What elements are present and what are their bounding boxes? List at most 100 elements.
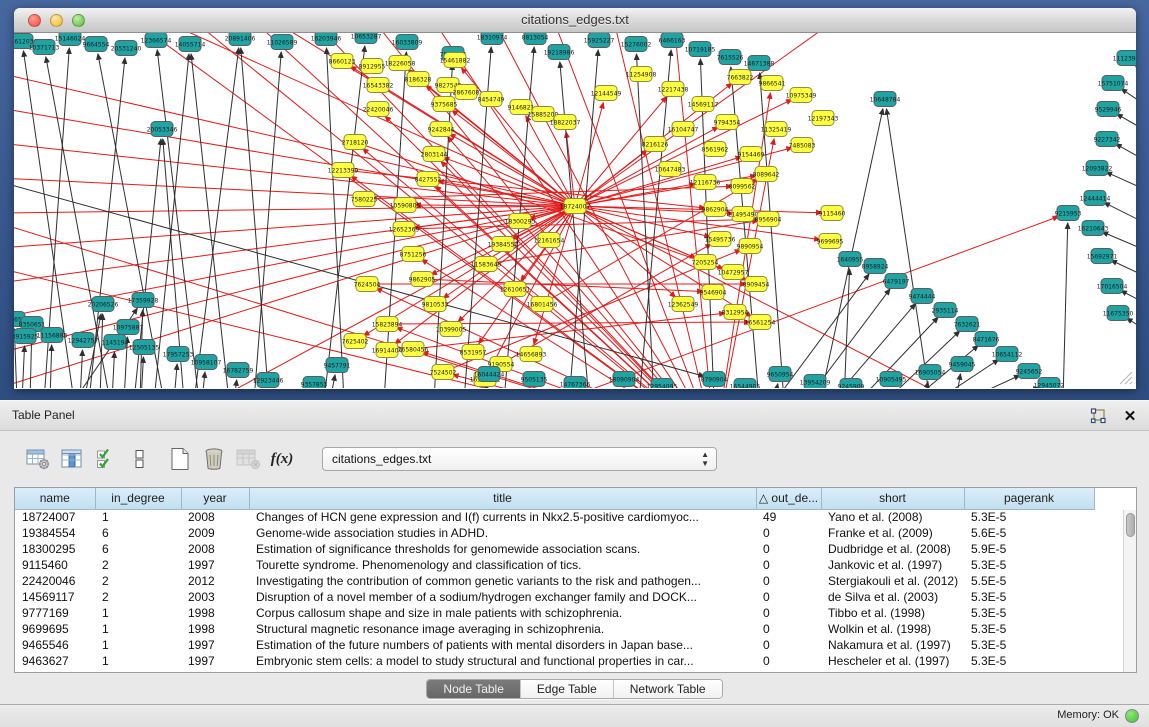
graph-node[interactable]: 10648784	[870, 92, 901, 107]
graph-node[interactable]: 12116736	[690, 175, 721, 190]
graph-node[interactable]: 8561962	[702, 142, 729, 157]
graph-node[interactable]: 20053346	[147, 122, 178, 137]
table-selector-dropdown[interactable]: citations_edges.txt ▲▼	[322, 447, 717, 471]
graph-node[interactable]: 8956904	[755, 212, 782, 227]
graph-node[interactable]: 9890954	[737, 239, 764, 254]
table-row[interactable]: 1938455462009Genome-wide association stu…	[15, 525, 1094, 541]
graph-node[interactable]: 8216126	[642, 137, 669, 152]
graph-node[interactable]: 10958107	[191, 355, 222, 370]
graph-node[interactable]: 12213399	[328, 163, 359, 178]
network-view-window[interactable]: citations_edges.txt 18724007206120361037…	[14, 8, 1136, 389]
graph-node[interactable]: 12144549	[591, 86, 622, 101]
citation-network-graph[interactable]: 1872400720612036103717131514602496645542…	[14, 33, 1136, 388]
graph-node[interactable]: 8912955	[359, 59, 386, 74]
graph-node[interactable]: 11254908	[626, 67, 657, 82]
graph-node[interactable]: 7580225	[351, 192, 378, 207]
graph-node[interactable]: 1640955	[837, 252, 864, 267]
graph-node[interactable]: 16561254	[745, 315, 776, 330]
graph-node[interactable]: 9115460	[819, 206, 846, 221]
graph-node[interactable]: 12954095	[647, 379, 678, 389]
graph-node[interactable]: 10654112	[992, 347, 1023, 362]
float-window-icon[interactable]	[1089, 407, 1107, 425]
column-header[interactable]: short	[821, 488, 964, 509]
graph-node[interactable]: 10719185	[685, 42, 716, 57]
graph-node[interactable]: 12217438	[658, 82, 689, 97]
tab-edge-table[interactable]: Edge Table	[521, 680, 614, 698]
column-header[interactable]: pagerank	[964, 488, 1094, 509]
graph-node[interactable]: 15461882	[440, 53, 471, 68]
graph-node[interactable]: 9699695	[817, 234, 844, 249]
column-header[interactable]: △ out_de...	[756, 488, 821, 509]
graph-node[interactable]: 9474444	[909, 289, 936, 304]
graph-node[interactable]: 17957253	[163, 347, 194, 362]
graph-node[interactable]: 12161654	[534, 233, 565, 248]
graph-node[interactable]: 12945072	[1034, 378, 1065, 389]
scrollbar-thumb[interactable]	[1126, 513, 1135, 537]
graph-node[interactable]: 6466163	[659, 33, 686, 48]
graph-node[interactable]: 12505135	[129, 340, 160, 355]
graph-node[interactable]: 8813054	[522, 33, 549, 45]
graph-node[interactable]: 17359928	[128, 293, 159, 308]
table-settings-icon[interactable]	[24, 445, 52, 473]
graph-node[interactable]: 20206526	[88, 297, 119, 312]
table-row[interactable]: 1830029562008Estimation of significance …	[15, 541, 1094, 557]
graph-node[interactable]: 9154469	[738, 147, 765, 162]
graph-node[interactable]: 14767366	[560, 377, 591, 389]
graph-node[interactable]: 14569117	[688, 97, 719, 112]
graph-node[interactable]: 16033809	[392, 35, 423, 50]
graph-node[interactable]: 8909454	[743, 277, 770, 292]
graph-node[interactable]: 11675350	[1103, 306, 1134, 321]
table-row[interactable]: 977716911998Corpus callosum shape and si…	[15, 605, 1094, 621]
graph-node[interactable]: 9242844	[428, 122, 455, 137]
graph-node[interactable]: 16580456	[398, 342, 429, 357]
graph-node[interactable]: 8790904	[701, 372, 728, 387]
zoom-window-icon[interactable]	[72, 14, 85, 27]
graph-node[interactable]: 8471676	[973, 332, 1000, 347]
graph-node[interactable]: 16801456	[527, 297, 558, 312]
graph-node[interactable]: 8751256	[400, 247, 427, 262]
graph-node[interactable]: 16905054	[915, 365, 946, 380]
graph-node[interactable]: 8958924	[862, 259, 889, 274]
table-row[interactable]: 1872400712008Changes of HCN gene express…	[15, 509, 1094, 525]
delete-rows-icon[interactable]	[200, 445, 228, 473]
graph-node[interactable]: 18300295	[505, 214, 536, 229]
graph-node[interactable]: 7632621	[954, 317, 981, 332]
close-panel-icon[interactable]: ✕	[1121, 407, 1139, 425]
delete-table-icon[interactable]	[234, 445, 262, 473]
graph-node[interactable]: 7524502	[430, 365, 457, 380]
graph-node[interactable]: 9375685	[431, 97, 458, 112]
graph-node[interactable]: 16203946	[311, 33, 342, 46]
graph-node[interactable]: 8089642	[753, 167, 780, 182]
graph-node[interactable]: 14656893	[516, 347, 547, 362]
graph-node[interactable]: 9810533	[422, 297, 449, 312]
close-window-icon[interactable]	[28, 14, 41, 27]
graph-node[interactable]: 2935114	[932, 303, 959, 318]
graph-node[interactable]: 11123956	[1113, 51, 1136, 66]
graph-node[interactable]: 11325419	[761, 122, 792, 137]
row-height-icon[interactable]	[126, 445, 154, 473]
column-header[interactable]: in_degree	[95, 488, 181, 509]
minimize-window-icon[interactable]	[50, 14, 63, 27]
graph-node[interactable]: 10647483	[655, 162, 686, 177]
function-builder-icon[interactable]: f(x)	[268, 445, 296, 473]
graph-node[interactable]: 2803144	[421, 147, 448, 162]
graph-node[interactable]: 18822037	[550, 115, 581, 130]
window-titlebar[interactable]: citations_edges.txt	[14, 8, 1136, 33]
graph-node[interactable]: 1145194	[102, 335, 129, 350]
graph-node[interactable]: 15692971	[1087, 249, 1118, 264]
resize-grip[interactable]	[1119, 371, 1133, 385]
graph-node[interactable]: 9245652	[1016, 364, 1043, 379]
graph-node[interactable]: 9650954	[767, 367, 794, 382]
graph-node[interactable]: 18724007	[560, 199, 591, 214]
graph-node[interactable]: 12366574	[141, 33, 172, 48]
graph-node[interactable]: 9245909	[838, 379, 865, 389]
graph-node[interactable]: 9529946	[1095, 102, 1122, 117]
graph-node[interactable]: 12444414	[1080, 191, 1111, 206]
table-row[interactable]: 969969511998Structural magnetic resonanc…	[15, 621, 1094, 637]
graph-node[interactable]: 12362549	[668, 297, 699, 312]
graph-node[interactable]: 12942757	[68, 333, 99, 348]
graph-node[interactable]: 9862904	[702, 202, 729, 217]
graph-node[interactable]: 20531240	[111, 41, 142, 56]
graph-node[interactable]: 8454749	[478, 92, 505, 107]
graph-node[interactable]: 15495736	[705, 232, 736, 247]
